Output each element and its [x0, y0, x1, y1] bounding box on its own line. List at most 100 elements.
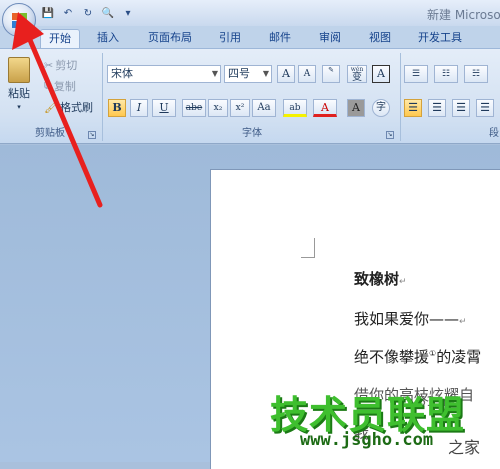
customize-qat-icon[interactable]: ▾ — [120, 5, 136, 21]
ribbon-tab-bar: 开始 插入 页面布局 引用 邮件 审阅 视图 开发工具 — [0, 26, 500, 48]
numbering-button[interactable]: ☷ — [434, 65, 458, 83]
tab-review[interactable]: 审阅 — [310, 29, 350, 48]
strikethrough-button[interactable]: abe — [182, 99, 206, 117]
phonetic-guide-button[interactable]: wén 变 — [347, 65, 367, 83]
chevron-down-icon: ▼ — [211, 69, 218, 78]
subscript-label: x₂ — [213, 103, 223, 113]
character-border-button[interactable]: A — [372, 65, 390, 83]
tab-page-layout[interactable]: 页面布局 — [140, 29, 200, 48]
clipboard-launcher-icon[interactable]: ↘ — [88, 131, 96, 139]
undo-icon[interactable]: ↶ — [60, 5, 76, 21]
superscript-button[interactable]: x² — [230, 99, 250, 117]
numbered-list-icon: ☷ — [441, 69, 451, 79]
save-icon[interactable]: 💾 — [40, 5, 56, 21]
justify-button[interactable]: ☰ — [476, 99, 494, 117]
phonetic-char: 变 — [352, 72, 362, 83]
tab-home[interactable]: 开始 — [40, 29, 80, 48]
font-size-value: 四号 — [228, 67, 250, 80]
multilevel-list-button[interactable]: ☵ — [464, 65, 488, 83]
copy-label: 复制 — [53, 80, 76, 93]
doc-line-text-tail: 的凌霄 — [436, 348, 482, 366]
change-case-button[interactable]: Aa — [252, 99, 276, 117]
underline-label: U — [159, 101, 169, 114]
grow-font-button[interactable]: A — [277, 65, 295, 83]
format-painter-button[interactable]: 🖌 格式刷 — [44, 99, 93, 115]
group-divider — [102, 53, 103, 141]
font-size-select[interactable]: 四号 ▼ — [224, 65, 272, 83]
font-launcher-icon[interactable]: ↘ — [386, 131, 394, 139]
copy-button[interactable]: ⧉ 复制 — [44, 78, 76, 94]
print-preview-icon[interactable]: 🔍 — [100, 5, 116, 21]
doc-line-2: 我如果爱你——↵ — [354, 308, 467, 329]
superscript-label: x² — [235, 103, 245, 113]
align-center-icon: ☰ — [432, 101, 442, 114]
chevron-down-icon: ▼ — [262, 69, 269, 78]
align-left-button[interactable]: ☰ — [404, 99, 422, 117]
shading-label: A — [352, 101, 360, 114]
font-name-select[interactable]: 宋体 ▼ — [107, 65, 221, 83]
doc-line-text: 绝不像攀援 — [354, 348, 430, 366]
copy-icon: ⧉ — [44, 79, 52, 92]
highlight-label: ab — [289, 103, 301, 113]
shrink-font-button[interactable]: A — [298, 65, 316, 83]
doc-line-title: 致橡树↵ — [354, 268, 407, 289]
multilevel-list-icon: ☵ — [471, 69, 481, 79]
strike-label: abe — [185, 103, 203, 113]
watermark-url: www.jsgho.com — [300, 430, 434, 450]
clipboard-group-label: 剪贴板 — [35, 128, 65, 139]
cut-label: 剪切 — [55, 59, 78, 72]
paste-icon — [8, 57, 30, 83]
ribbon: 粘贴 ▾ ✂ 剪切 ⧉ 复制 🖌 格式刷 剪贴板 ↘ 宋体 ▼ 四号 ▼ A A… — [0, 48, 500, 144]
tab-mailings[interactable]: 邮件 — [260, 29, 300, 48]
bold-button[interactable]: B — [108, 99, 126, 117]
font-color-button[interactable]: A — [313, 99, 337, 117]
chevron-down-icon: ▾ — [17, 103, 21, 111]
paragraph-mark: ↵ — [399, 277, 407, 287]
align-left-icon: ☰ — [408, 101, 418, 114]
align-right-icon: ☰ — [456, 101, 466, 114]
justify-icon: ☰ — [480, 101, 490, 114]
enclose-characters-button[interactable]: 字 — [372, 99, 390, 117]
align-right-button[interactable]: ☰ — [452, 99, 470, 117]
quick-access-toolbar: 💾 ↶ ↻ 🔍 ▾ — [40, 4, 136, 22]
tab-developer[interactable]: 开发工具 — [410, 29, 470, 48]
doc-line-3: 绝不像攀援①的凌霄 — [354, 346, 481, 367]
tab-references[interactable]: 引用 — [210, 29, 250, 48]
change-case-label: Aa — [257, 102, 271, 113]
bullets-button[interactable]: ☰ — [404, 65, 428, 83]
doc-line-text: 我如果爱你—— — [354, 310, 460, 328]
font-name-value: 宋体 — [111, 67, 133, 80]
paste-label: 粘贴 — [8, 87, 30, 100]
watermark-side-bottom: 之家 — [448, 438, 481, 457]
title-bar: 💾 ↶ ↻ 🔍 ▾ 新建 Microso — [0, 0, 500, 26]
cut-button[interactable]: ✂ 剪切 — [44, 57, 77, 73]
font-color-label: A — [321, 101, 329, 114]
paste-button[interactable]: 粘贴 ▾ — [4, 57, 34, 111]
highlight-button[interactable]: ab — [283, 99, 307, 117]
tab-view[interactable]: 视图 — [360, 29, 400, 48]
doc-line-text: 致橡树 — [354, 270, 400, 288]
subscript-button[interactable]: x₂ — [208, 99, 228, 117]
align-center-button[interactable]: ☰ — [428, 99, 446, 117]
grow-font-label: A — [282, 67, 290, 80]
italic-label: I — [136, 101, 142, 114]
group-divider — [400, 53, 401, 141]
scissors-icon: ✂ — [44, 58, 54, 72]
format-painter-label: 格式刷 — [59, 101, 93, 114]
paragraph-mark: ↵ — [459, 317, 467, 327]
clear-format-button[interactable]: ✎ — [322, 65, 340, 83]
character-shading-button[interactable]: A — [347, 99, 365, 117]
document-title: 新建 Microso — [427, 8, 500, 22]
italic-button[interactable]: I — [130, 99, 148, 117]
clear-format-icon: ✎ — [328, 66, 334, 74]
bold-label: B — [112, 101, 122, 114]
underline-button[interactable]: U — [152, 99, 176, 117]
brush-icon: 🖌 — [44, 100, 58, 114]
office-logo-icon — [12, 13, 28, 29]
enclose-label: 字 — [376, 102, 386, 113]
paragraph-group-label: 段 — [489, 128, 499, 139]
office-button[interactable] — [2, 3, 36, 37]
tab-insert[interactable]: 插入 — [88, 29, 128, 48]
shrink-font-label: A — [303, 69, 311, 79]
redo-icon[interactable]: ↻ — [80, 5, 96, 21]
